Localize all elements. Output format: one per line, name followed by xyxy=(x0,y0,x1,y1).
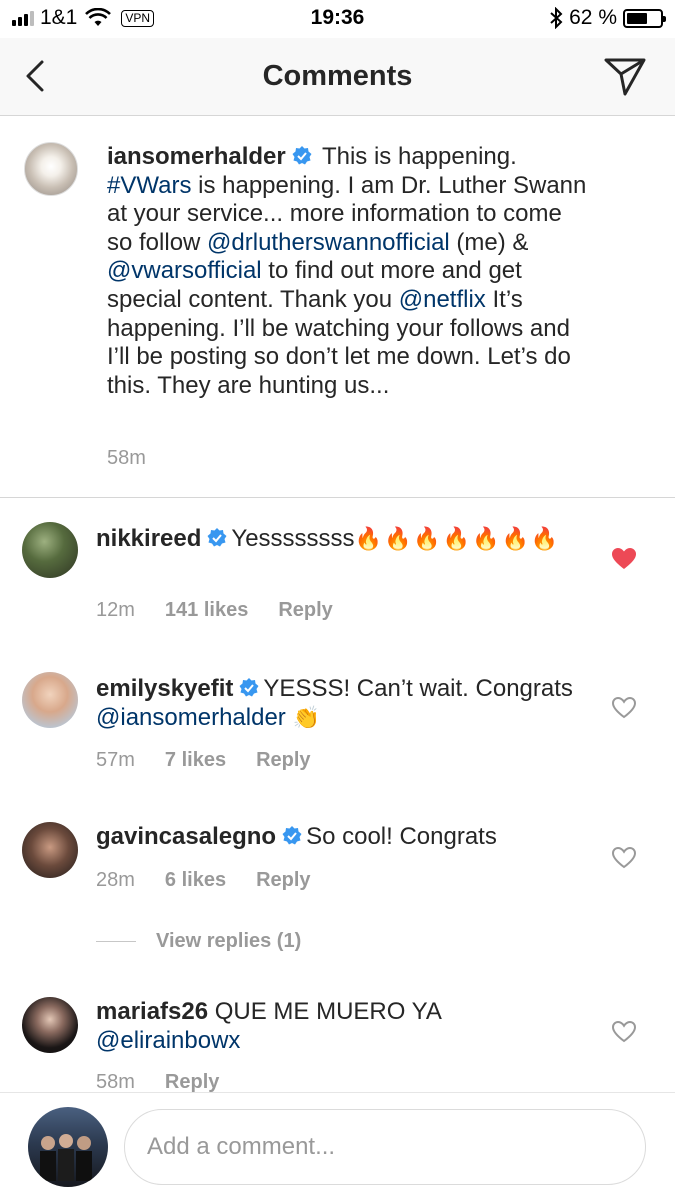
status-right: 62 % xyxy=(549,6,666,30)
divider-line xyxy=(96,941,136,942)
verified-badge-icon xyxy=(239,678,259,697)
comment-meta: 12m 141 likes Reply xyxy=(96,599,333,622)
view-replies-label: View replies (1) xyxy=(156,930,302,952)
nav-bar: Comments xyxy=(0,38,675,116)
caption-text-segment: (me) & xyxy=(449,228,529,256)
mention-link[interactable]: @iansomerhalder xyxy=(96,704,286,731)
comment-text: YESSS! Can’t wait. Congrats xyxy=(263,675,573,702)
page-title: Comments xyxy=(262,60,413,92)
battery-percent: 62 % xyxy=(569,6,617,29)
comment-username[interactable]: mariafs26 xyxy=(96,998,208,1025)
reply-button[interactable]: Reply xyxy=(278,599,332,622)
comment-username[interactable]: emilyskyefit xyxy=(96,675,233,702)
fire-emoji: 🔥🔥🔥🔥🔥🔥🔥 xyxy=(354,527,561,552)
reply-button[interactable]: Reply xyxy=(165,1071,219,1094)
comment-body: nikkireed Yessssssss🔥🔥🔥🔥🔥🔥🔥 xyxy=(96,524,586,554)
verified-badge-icon xyxy=(207,528,227,547)
status-bar: 1&1 VPN 19:36 62 % xyxy=(0,0,675,38)
comment-input[interactable]: Add a comment... xyxy=(124,1109,646,1185)
mention-link[interactable]: @elirainbowx xyxy=(96,1027,240,1054)
caption-link[interactable]: #VWars xyxy=(107,172,191,199)
comment-timestamp: 57m xyxy=(96,749,135,771)
verified-badge-icon xyxy=(282,826,302,845)
comment-meta: 28m 6 likes Reply xyxy=(96,869,311,892)
avatar[interactable] xyxy=(22,822,78,878)
comment-timestamp: 28m xyxy=(96,869,135,891)
heart-filled-icon[interactable] xyxy=(611,547,637,571)
comment-body: emilyskyefit YESSS! Can’t wait. Congrats … xyxy=(96,674,586,733)
group-photo-icon xyxy=(40,1134,92,1181)
avatar[interactable] xyxy=(24,142,78,196)
caption-username[interactable]: iansomerhalder xyxy=(107,143,286,170)
clap-emoji: 👏 xyxy=(292,706,320,731)
caption-link[interactable]: @netflix xyxy=(399,286,486,313)
comment-timestamp: 58m xyxy=(96,1071,135,1093)
likes-count[interactable]: 141 likes xyxy=(165,599,248,622)
avatar[interactable] xyxy=(22,997,78,1053)
verified-badge-icon xyxy=(292,146,312,165)
comment-text: Yessssssss xyxy=(231,525,355,552)
avatar[interactable] xyxy=(22,522,78,578)
comment-body: mariafs26 QUE ME MUERO YA @elirainbowx xyxy=(96,997,586,1055)
view-replies-button[interactable]: View replies (1) xyxy=(96,930,301,953)
heart-outline-icon[interactable] xyxy=(611,1020,637,1044)
comment-meta: 58m Reply xyxy=(96,1071,219,1094)
caption-timestamp: 58m xyxy=(107,447,146,469)
comment-timestamp: 12m xyxy=(96,599,135,621)
comment-composer: Add a comment... xyxy=(0,1092,675,1200)
comment-text: QUE ME MUERO YA xyxy=(214,998,441,1025)
avatar[interactable] xyxy=(22,672,78,728)
caption-segments: This is happening. #VWars is happening. … xyxy=(107,143,586,399)
paper-plane-icon[interactable] xyxy=(603,54,647,98)
heart-outline-icon[interactable] xyxy=(611,696,637,720)
battery-icon xyxy=(623,8,666,28)
reply-button[interactable]: Reply xyxy=(256,869,310,892)
caption-link[interactable]: @drlutherswannofficial xyxy=(207,229,450,256)
comment-meta: 57m 7 likes Reply xyxy=(96,749,311,772)
battery-fill xyxy=(627,12,647,24)
comment-text: So cool! Congrats xyxy=(306,823,497,850)
reply-button[interactable]: Reply xyxy=(256,749,310,772)
comment-username[interactable]: gavincasalegno xyxy=(96,823,276,850)
caption-link[interactable]: @vwarsofficial xyxy=(107,257,262,284)
heart-outline-icon[interactable] xyxy=(611,846,637,870)
bluetooth-icon xyxy=(550,7,563,29)
post-caption: iansomerhalder This is happening. #VWars… xyxy=(0,116,675,498)
avatar[interactable] xyxy=(28,1107,108,1187)
likes-count[interactable]: 6 likes xyxy=(165,869,226,892)
caption-text-segment: This is happening. xyxy=(321,143,517,170)
caption-text: iansomerhalder This is happening. #VWars… xyxy=(107,143,587,400)
comment-username[interactable]: nikkireed xyxy=(96,525,201,552)
comment-body: gavincasalegno So cool! Congrats xyxy=(96,822,586,851)
likes-count[interactable]: 7 likes xyxy=(165,749,226,772)
